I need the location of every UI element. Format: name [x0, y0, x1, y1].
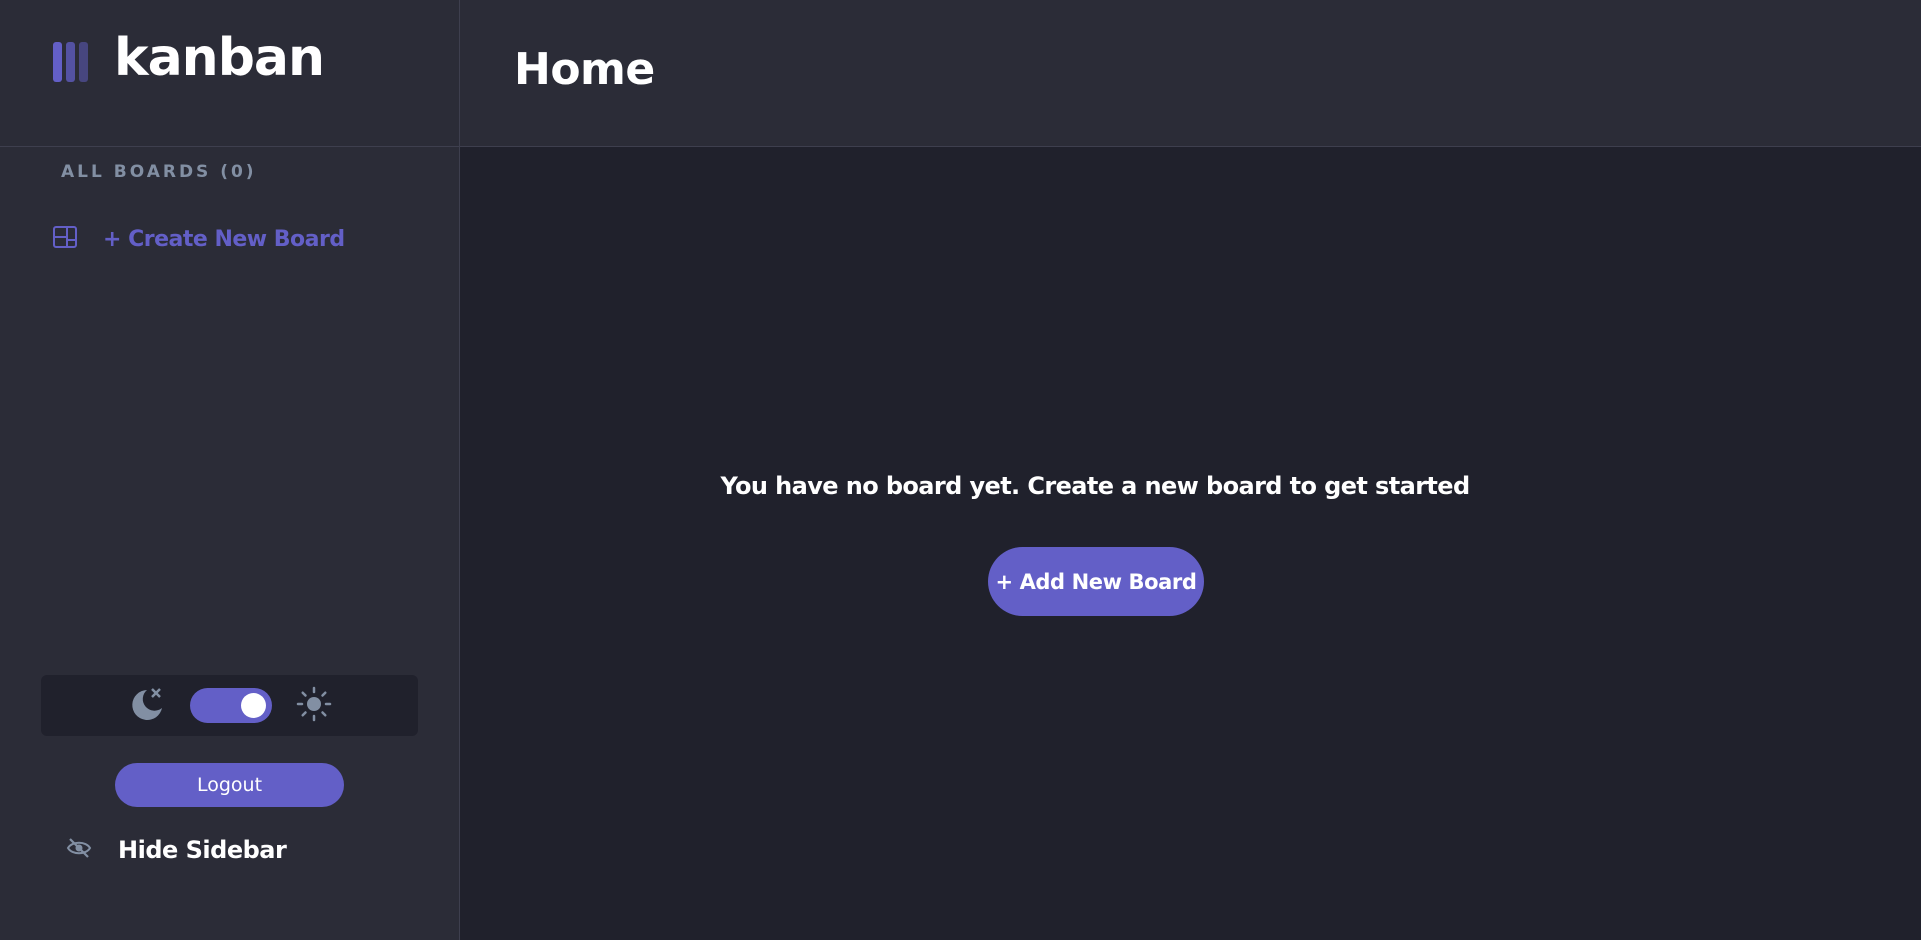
- sun-icon: [296, 686, 332, 726]
- hide-sidebar-button[interactable]: Hide Sidebar: [66, 836, 287, 864]
- eye-slash-icon: [66, 837, 92, 863]
- create-new-board-label: + Create New Board: [103, 226, 345, 252]
- moon-icon: [128, 686, 166, 726]
- logo: kanban: [0, 0, 460, 147]
- theme-switch-knob: [240, 693, 266, 718]
- all-boards-heading: ALL BOARDS (0): [61, 162, 257, 182]
- logo-text: kanban: [114, 28, 325, 88]
- add-new-board-button[interactable]: + Add New Board: [988, 547, 1204, 616]
- empty-state-message: You have no board yet. Create a new boar…: [720, 472, 1470, 500]
- sidebar: kanban ALL BOARDS (0) + Create New Board: [0, 0, 460, 940]
- logo-icon: [53, 42, 88, 82]
- hide-sidebar-label: Hide Sidebar: [118, 836, 287, 864]
- top-header: Home: [460, 0, 1921, 147]
- theme-toggle: [41, 675, 418, 736]
- theme-switch[interactable]: [189, 688, 272, 723]
- logout-button[interactable]: Logout: [115, 763, 344, 807]
- main-content: You have no board yet. Create a new boar…: [460, 148, 1921, 940]
- page-title: Home: [514, 44, 655, 95]
- app-root: kanban ALL BOARDS (0) + Create New Board: [0, 0, 1921, 940]
- board-icon: [53, 226, 77, 252]
- create-new-board-button[interactable]: + Create New Board: [53, 226, 345, 252]
